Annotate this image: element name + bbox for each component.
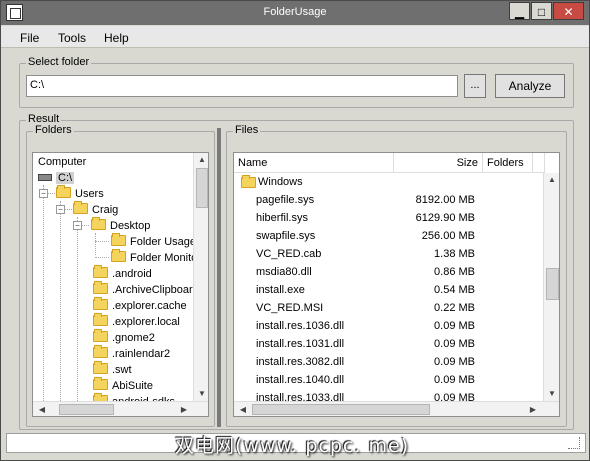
- browse-button[interactable]: ...: [464, 74, 486, 98]
- folder-tree-vertical-scrollbar[interactable]: ▲ ▼: [193, 153, 208, 401]
- folder-icon: [91, 217, 106, 230]
- tree-node-rainlendar2[interactable]: .rainlendar2: [93, 345, 170, 362]
- scroll-right-icon[interactable]: ▶: [527, 405, 539, 414]
- collapse-icon[interactable]: −: [39, 189, 48, 198]
- folder-icon: [93, 313, 108, 326]
- resize-grip-icon[interactable]: [568, 437, 580, 449]
- scroll-thumb[interactable]: [252, 404, 430, 415]
- drive-label: C:\: [56, 172, 75, 184]
- menu-help[interactable]: Help: [104, 31, 129, 45]
- tree-node-explorer-local[interactable]: .explorer.local: [93, 313, 180, 330]
- folder-icon: [93, 329, 108, 342]
- scroll-left-icon[interactable]: ◀: [36, 405, 48, 414]
- tree-node-archiveclipboard[interactable]: .ArchiveClipboard: [93, 281, 199, 298]
- tree-node-explorer-cache[interactable]: .explorer.cache: [93, 297, 187, 314]
- close-button[interactable]: ✕: [553, 2, 584, 20]
- column-header-name[interactable]: Name: [234, 153, 394, 173]
- folder-icon: [93, 297, 108, 310]
- tree-node-folder-usage[interactable]: Folder Usage: [111, 233, 196, 250]
- folder-icon: [93, 361, 108, 374]
- folder-icon: [73, 201, 88, 214]
- scroll-right-icon[interactable]: ▶: [178, 405, 190, 414]
- table-row[interactable]: install.res.3082.dll 0.09 MB: [234, 353, 541, 371]
- folder-tree-horizontal-scrollbar[interactable]: ◀ ▶: [33, 401, 208, 416]
- scroll-thumb[interactable]: [196, 168, 208, 208]
- app-window: FolderUsage ▁ □ ✕ File Tools Help Select…: [0, 0, 590, 461]
- column-header-folders[interactable]: Folders: [483, 153, 533, 173]
- list-item[interactable]: Windows: [234, 173, 541, 191]
- tree-node-folder-monitor[interactable]: Folder Monitor: [111, 249, 201, 266]
- tree-node-android[interactable]: .android: [93, 265, 152, 282]
- tree-root-computer[interactable]: Computer: [38, 154, 86, 170]
- tree-node-abisuite[interactable]: AbiSuite: [93, 377, 153, 394]
- table-row[interactable]: install.res.1031.dll 0.09 MB: [234, 335, 541, 353]
- scroll-thumb[interactable]: [59, 404, 114, 415]
- tree-node-swt[interactable]: .swt: [93, 361, 132, 378]
- folder-icon: [93, 265, 108, 278]
- menu-tools[interactable]: Tools: [58, 31, 86, 45]
- table-row[interactable]: hiberfil.sys 6129.90 MB: [234, 209, 541, 227]
- folder-icon: [56, 185, 71, 198]
- tree-node-craig[interactable]: Craig: [73, 201, 118, 218]
- scroll-up-icon[interactable]: ▲: [196, 155, 208, 164]
- menu-bar: File Tools Help: [1, 26, 589, 48]
- panel-splitter[interactable]: [217, 128, 221, 427]
- scroll-thumb[interactable]: [546, 268, 559, 300]
- table-row[interactable]: install.res.1040.dll 0.09 MB: [234, 371, 541, 389]
- files-list[interactable]: Name Size Folders Windows pagefile.sys 81…: [233, 152, 560, 417]
- folder-icon: [93, 377, 108, 390]
- files-vertical-scrollbar[interactable]: ▲ ▼: [543, 173, 559, 401]
- table-row[interactable]: VC_RED.cab 1.38 MB: [234, 245, 541, 263]
- tree-node-gnome2[interactable]: .gnome2: [93, 329, 155, 346]
- title-bar[interactable]: FolderUsage ▁ □ ✕: [1, 1, 589, 25]
- folder-icon: [111, 233, 126, 246]
- scroll-left-icon[interactable]: ◀: [237, 405, 249, 414]
- folder-tree[interactable]: Computer C:\ − Users − Craig − Desktop F…: [32, 152, 209, 417]
- scroll-down-icon[interactable]: ▼: [196, 389, 208, 398]
- scroll-up-icon[interactable]: ▲: [546, 175, 558, 184]
- scroll-down-icon[interactable]: ▼: [546, 389, 558, 398]
- collapse-icon[interactable]: −: [56, 205, 65, 214]
- column-header-size[interactable]: Size: [394, 153, 483, 173]
- files-legend: Files: [233, 124, 261, 136]
- table-row[interactable]: swapfile.sys 256.00 MB: [234, 227, 541, 245]
- select-folder-legend: Select folder: [26, 56, 92, 68]
- maximize-button[interactable]: □: [531, 2, 552, 20]
- collapse-icon[interactable]: −: [73, 221, 82, 230]
- tree-node-desktop[interactable]: Desktop: [91, 217, 150, 234]
- table-row[interactable]: msdia80.dll 0.86 MB: [234, 263, 541, 281]
- minimize-button[interactable]: ▁: [509, 2, 530, 20]
- folder-icon: [241, 175, 256, 188]
- column-header-extra: [533, 153, 545, 173]
- folder-icon: [93, 281, 108, 294]
- table-row[interactable]: install.exe 0.54 MB: [234, 281, 541, 299]
- folder-icon: [111, 249, 126, 262]
- folder-icon: [93, 345, 108, 358]
- folders-legend: Folders: [33, 124, 74, 136]
- tree-node-drive[interactable]: C:\: [38, 170, 75, 186]
- drive-icon: [38, 174, 52, 181]
- table-row[interactable]: pagefile.sys 8192.00 MB: [234, 191, 541, 209]
- table-row[interactable]: install.res.1036.dll 0.09 MB: [234, 317, 541, 335]
- window-title: FolderUsage: [263, 6, 327, 18]
- folder-path-input[interactable]: C:\: [26, 75, 458, 97]
- files-horizontal-scrollbar[interactable]: ◀ ▶: [234, 401, 559, 416]
- table-row[interactable]: VC_RED.MSI 0.22 MB: [234, 299, 541, 317]
- watermark-text: 双电网(www. pcpc. me): [175, 435, 410, 457]
- menu-file[interactable]: File: [20, 31, 39, 45]
- analyze-button[interactable]: Analyze: [495, 74, 565, 98]
- tree-node-users[interactable]: Users: [56, 185, 104, 202]
